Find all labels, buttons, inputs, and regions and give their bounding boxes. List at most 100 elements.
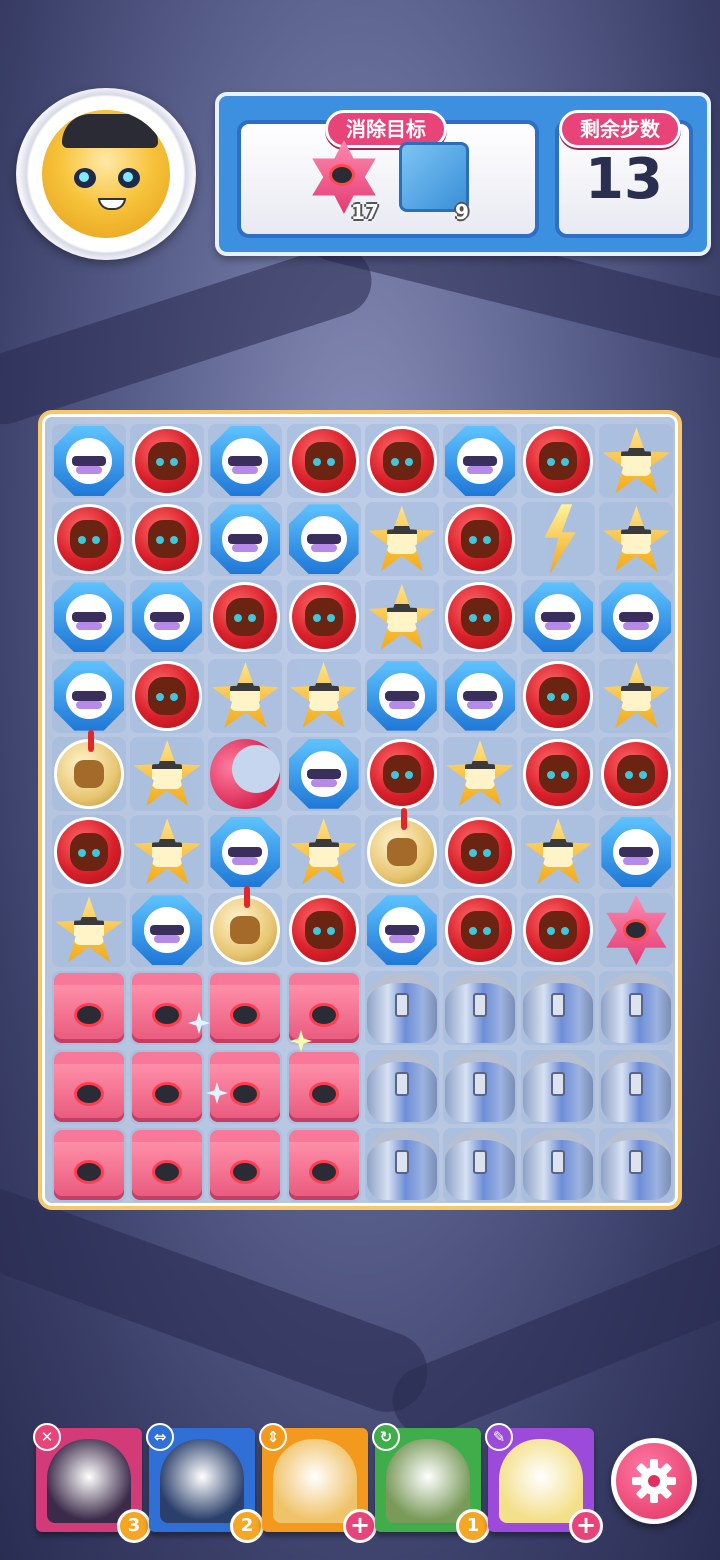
settings-button[interactable] xyxy=(611,1438,697,1524)
board-cell[interactable] xyxy=(364,808,439,889)
board-cell[interactable] xyxy=(599,580,674,655)
board-cell[interactable] xyxy=(52,1127,126,1202)
board-cell[interactable] xyxy=(364,971,439,1046)
board-cell[interactable] xyxy=(286,658,361,733)
board-cell[interactable] xyxy=(443,893,517,968)
board-cell[interactable] xyxy=(208,1127,283,1202)
board-cell[interactable] xyxy=(599,658,674,733)
board-cell[interactable] xyxy=(52,893,126,968)
board-cell[interactable] xyxy=(286,971,361,1046)
coin-tile xyxy=(54,729,124,809)
board-cell[interactable] xyxy=(130,815,205,889)
board-cell[interactable] xyxy=(521,424,596,498)
board-cell[interactable] xyxy=(599,893,674,968)
board-cell[interactable] xyxy=(443,580,517,655)
board-cell[interactable] xyxy=(443,1049,517,1124)
board-cell[interactable] xyxy=(286,424,361,498)
board-cell[interactable] xyxy=(521,815,596,889)
board-cell[interactable] xyxy=(130,893,205,968)
board-cell[interactable] xyxy=(521,580,596,655)
board-cell[interactable] xyxy=(286,893,361,968)
blue-gem-tile xyxy=(288,738,359,809)
board-cell[interactable] xyxy=(521,658,596,733)
board-cell[interactable] xyxy=(208,580,283,655)
board-cell[interactable] xyxy=(521,971,596,1046)
board-cell[interactable] xyxy=(364,580,439,655)
board-cell[interactable] xyxy=(599,971,674,1046)
board-cell[interactable] xyxy=(52,658,126,733)
board-cell[interactable] xyxy=(443,1127,517,1202)
board-cell[interactable] xyxy=(599,736,674,811)
board-cell[interactable] xyxy=(52,424,126,498)
board-cell[interactable] xyxy=(364,424,439,498)
board-cell[interactable] xyxy=(599,424,674,498)
board-cell[interactable] xyxy=(364,1049,439,1124)
board-cell[interactable] xyxy=(52,729,126,811)
hero-card-1[interactable]: ✕ 3 xyxy=(33,1423,151,1543)
hero-add-button[interactable]: + xyxy=(343,1509,377,1543)
board-cell[interactable] xyxy=(52,815,126,889)
hero-card-4[interactable]: ↻ 1 xyxy=(372,1423,490,1543)
board-cell[interactable] xyxy=(443,424,517,498)
board-cell[interactable] xyxy=(599,1127,674,1202)
board-cell[interactable] xyxy=(208,424,283,498)
board-cell[interactable] xyxy=(364,502,439,577)
board-cell[interactable] xyxy=(286,1049,361,1124)
board-cell[interactable] xyxy=(208,1049,283,1124)
board-cell[interactable] xyxy=(443,815,517,889)
board-cell[interactable] xyxy=(443,971,517,1046)
board-cell[interactable] xyxy=(130,971,205,1046)
red-gem-tile xyxy=(445,504,515,575)
board-cell[interactable] xyxy=(208,658,283,733)
board-cell[interactable] xyxy=(130,1127,205,1202)
board-cell[interactable] xyxy=(364,736,439,811)
board-cell[interactable] xyxy=(521,1049,596,1124)
board-cell[interactable] xyxy=(443,502,517,577)
player-avatar[interactable] xyxy=(16,88,196,260)
board-cell[interactable] xyxy=(130,658,205,733)
board-cell[interactable] xyxy=(443,736,517,811)
hero-charge-count: 3 xyxy=(117,1509,151,1543)
board-cell[interactable] xyxy=(208,502,283,577)
board-cell[interactable] xyxy=(521,502,596,577)
board-cell[interactable] xyxy=(130,502,205,577)
board-cell[interactable] xyxy=(208,815,283,889)
board-cell[interactable] xyxy=(443,658,517,733)
board-cell[interactable] xyxy=(286,815,361,889)
board-cell[interactable] xyxy=(130,580,205,655)
board-cell[interactable] xyxy=(130,1049,205,1124)
steps-box: 剩余步数 13 xyxy=(555,110,693,238)
board-cell[interactable] xyxy=(521,893,596,968)
red-gem-tile xyxy=(288,582,359,653)
hero-card-3[interactable]: ⇕ + xyxy=(259,1423,377,1543)
red-gem-tile xyxy=(132,426,203,496)
board-cell[interactable] xyxy=(208,736,283,811)
hero-add-button[interactable]: + xyxy=(569,1509,603,1543)
pink-crate-tile xyxy=(54,973,124,1044)
board-cell[interactable] xyxy=(130,736,205,811)
gold-star-tile xyxy=(524,818,592,885)
board-cell[interactable] xyxy=(599,502,674,577)
board-cell[interactable] xyxy=(364,893,439,968)
board-cell[interactable] xyxy=(286,736,361,811)
board-cell[interactable] xyxy=(52,971,126,1046)
board-cell[interactable] xyxy=(208,886,283,968)
board-cell[interactable] xyxy=(364,658,439,733)
board-cell[interactable] xyxy=(599,815,674,889)
board-cell[interactable] xyxy=(286,502,361,577)
board-cell[interactable] xyxy=(286,1127,361,1202)
board-cell[interactable] xyxy=(599,1049,674,1124)
hero-card-2[interactable]: ⇔ 2 xyxy=(146,1423,264,1543)
hero-card-5[interactable]: ✎ + xyxy=(485,1423,603,1543)
steps-label: 剩余步数 xyxy=(559,110,681,148)
board-cell[interactable] xyxy=(130,424,205,498)
board-cell[interactable] xyxy=(52,580,126,655)
board-cell[interactable] xyxy=(208,971,283,1046)
steel-urn-tile xyxy=(366,973,437,1044)
board-cell[interactable] xyxy=(521,736,596,811)
board-cell[interactable] xyxy=(52,502,126,577)
board-cell[interactable] xyxy=(52,1049,126,1124)
board-cell[interactable] xyxy=(286,580,361,655)
board-cell[interactable] xyxy=(364,1127,439,1202)
board-cell[interactable] xyxy=(521,1127,596,1202)
